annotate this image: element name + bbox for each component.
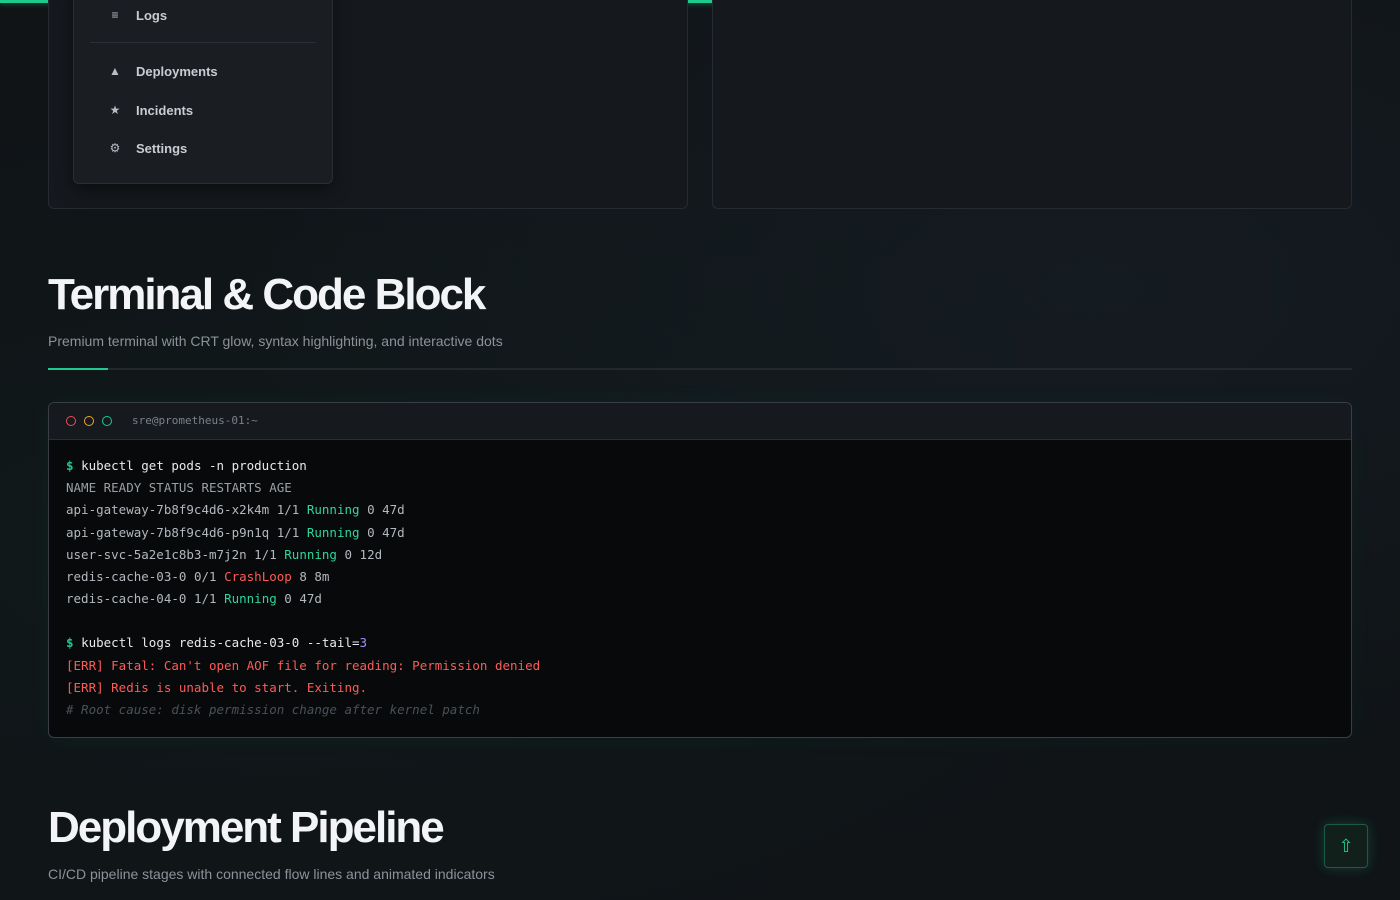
error-log-line: [ERR] Fatal: Can't open AOF file for rea…: [66, 657, 541, 673]
pod-ready: 1/1: [276, 524, 300, 540]
menu-item-logs[interactable]: ≡ Logs: [74, 0, 332, 30]
pod-name: user-svc-5a2e1c8b3-m7j2n: [66, 546, 247, 562]
pod-name: redis-cache-04-0: [66, 591, 187, 607]
table-header: NAME READY STATUS RESTARTS AGE: [66, 480, 292, 496]
section-title-pipeline: Deployment Pipeline: [48, 803, 445, 852]
pod-restarts: 8: [299, 568, 307, 584]
pod-age: 47d: [382, 524, 405, 540]
pod-restarts: 0: [284, 591, 292, 607]
command-text: kubectl logs redis-cache-03-0 --tail=: [81, 635, 360, 651]
list-icon: ≡: [111, 8, 119, 22]
pod-row: redis-cache-03-0 0/1 CrashLoop 8 8m: [66, 566, 1326, 588]
demo-card-right: [712, 0, 1352, 209]
section-title-terminal: Terminal & Code Block: [48, 270, 486, 319]
triangle-icon: ▲: [109, 64, 121, 78]
maximize-dot-icon[interactable]: [102, 416, 112, 426]
pod-row: api-gateway-7b8f9c4d6-p9n1q 1/1 Running …: [66, 522, 1326, 544]
pod-status: CrashLoop: [224, 568, 292, 584]
pod-restarts: 0: [367, 502, 375, 518]
terminal-header: sre@prometheus-01:~: [49, 403, 1351, 440]
menu-item-label: Deployments: [136, 63, 218, 79]
pod-status: Running: [284, 546, 337, 562]
terminal-title: sre@prometheus-01:~: [132, 414, 258, 427]
terminal-command-line: $ kubectl get pods -n production: [66, 455, 1326, 477]
pod-ready: 1/1: [276, 502, 300, 518]
pod-age: 47d: [299, 591, 322, 607]
pod-age: 47d: [382, 502, 405, 518]
section-subtitle-terminal: Premium terminal with CRT glow, syntax h…: [48, 333, 503, 349]
comment-line: # Root cause: disk permission change aft…: [66, 701, 480, 717]
menu-item-label: Logs: [136, 7, 168, 23]
error-log-line: [ERR] Redis is unable to start. Exiting.: [66, 679, 368, 695]
pod-status: Running: [306, 502, 360, 518]
pod-ready: 1/1: [193, 591, 217, 607]
menu-item-settings[interactable]: ⚙ Settings: [74, 133, 332, 163]
pod-ready: 1/1: [254, 546, 277, 562]
section-divider: [48, 368, 1352, 370]
close-dot-icon[interactable]: [66, 416, 76, 426]
pod-name: api-gateway-7b8f9c4d6-p9n1q: [66, 524, 270, 540]
pod-row: redis-cache-04-0 1/1 Running 0 47d: [66, 588, 1326, 610]
pod-restarts: 0: [367, 524, 375, 540]
pod-name: api-gateway-7b8f9c4d6-x2k4m: [66, 502, 270, 518]
nav-menu: ≡ Logs ▲ Deployments ★ Incidents ⚙ Setti…: [73, 0, 333, 184]
menu-item-incidents[interactable]: ★ Incidents: [74, 95, 332, 125]
terminal-command-line: $ kubectl logs redis-cache-03-0 --tail=3: [66, 632, 1326, 654]
menu-item-deployments[interactable]: ▲ Deployments: [74, 56, 332, 86]
command-text: kubectl get pods -n production: [81, 458, 307, 473]
pod-name: redis-cache-03-0: [66, 568, 187, 584]
back-to-top-button[interactable]: ⇧: [1324, 824, 1368, 868]
terminal-window: sre@prometheus-01:~ $ kubectl get pods -…: [48, 402, 1352, 738]
prompt-symbol: $: [66, 458, 74, 473]
gear-icon: ⚙: [109, 141, 121, 155]
pod-row: user-svc-5a2e1c8b3-m7j2n 1/1 Running 0 1…: [66, 544, 1326, 566]
menu-item-label: Settings: [136, 140, 188, 156]
menu-divider: [90, 42, 316, 43]
pod-row: api-gateway-7b8f9c4d6-x2k4m 1/1 Running …: [66, 499, 1326, 521]
pod-ready: 0/1: [193, 568, 217, 584]
menu-item-label: Incidents: [136, 102, 194, 118]
star-icon: ★: [109, 103, 121, 117]
pod-status: Running: [306, 524, 360, 540]
arrow-up-icon: ⇧: [1338, 836, 1354, 856]
section-subtitle-pipeline: CI/CD pipeline stages with connected flo…: [48, 866, 495, 882]
pod-age: 12d: [359, 546, 383, 562]
minimize-dot-icon[interactable]: [84, 416, 94, 426]
pod-restarts: 0: [344, 546, 353, 562]
terminal-body: $ kubectl get pods -n production NAME RE…: [66, 455, 1326, 721]
section-divider-accent: [48, 368, 108, 370]
pod-age: 8m: [314, 568, 330, 584]
pod-status: Running: [224, 591, 277, 607]
prompt-symbol: $: [66, 635, 74, 651]
command-number: 3: [359, 635, 368, 651]
